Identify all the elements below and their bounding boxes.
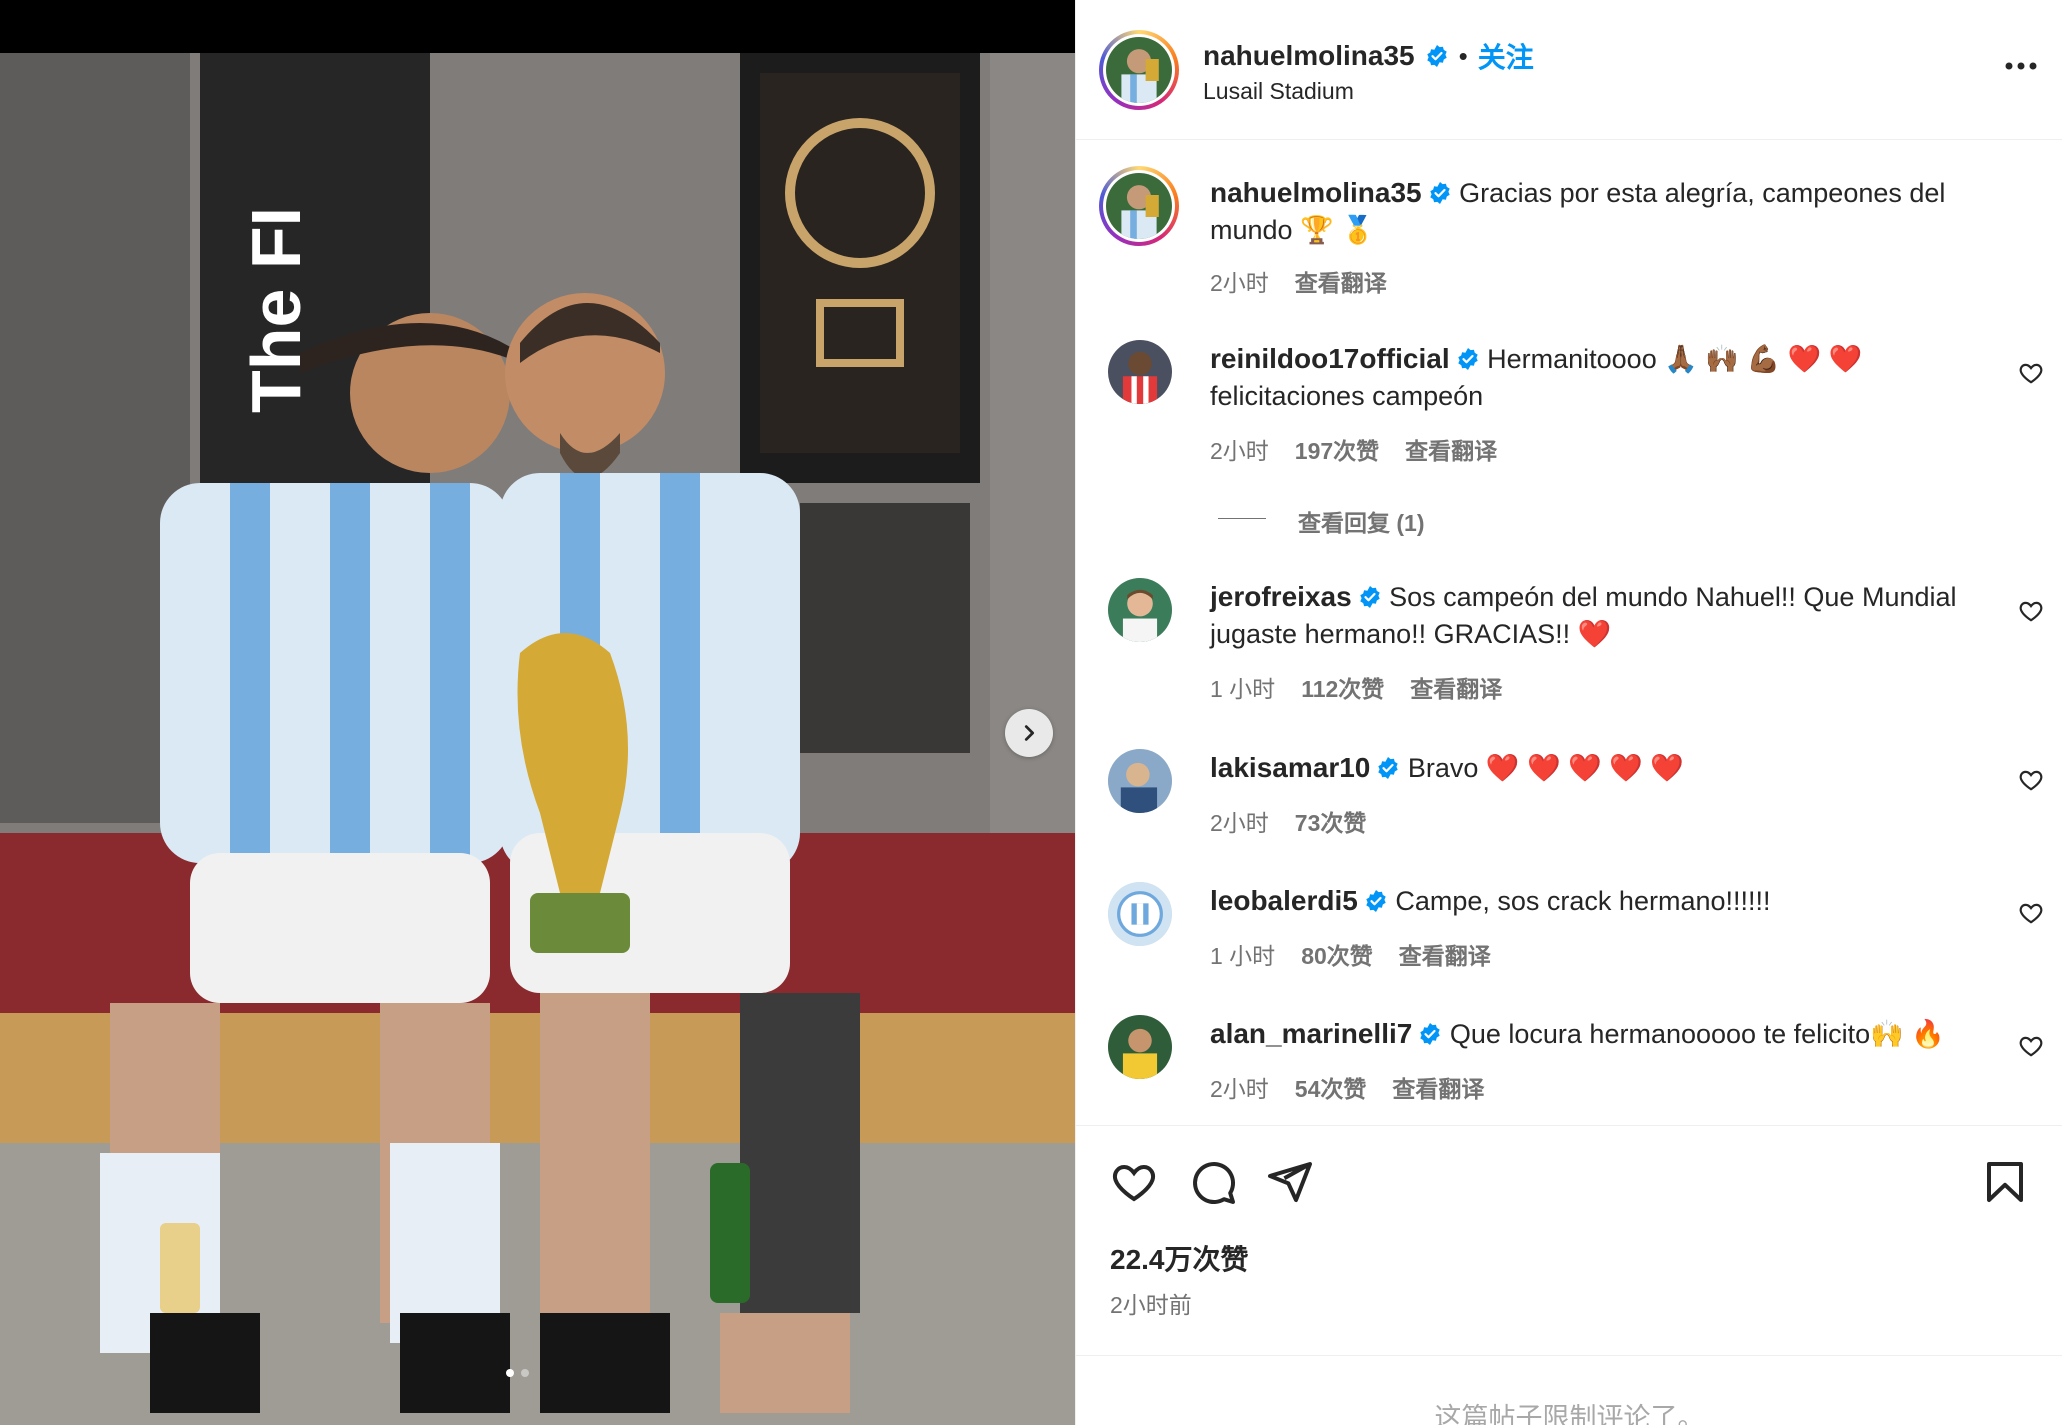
comment-time: 2小时 [1210,438,1269,464]
comment-username[interactable]: leobalerdi5 [1210,885,1358,916]
post-photo: The FI [0,53,1075,1425]
share-icon[interactable] [1266,1158,1314,1206]
post-actions: 22.4万次赞 2小时前 [1076,1125,2062,1355]
comment-translate-link[interactable]: 查看翻译 [1392,1070,1484,1104]
comment-likes[interactable]: 80次赞 [1301,937,1373,971]
comment-heart-icon[interactable] [2018,767,2044,793]
author-avatar[interactable] [1099,30,1179,110]
comment-likes[interactable]: 112次赞 [1301,670,1384,704]
comment-time: 1 小时 [1210,943,1276,969]
post-likes-count[interactable]: 22.4万次赞 [1110,1238,1249,1278]
comment-heart-icon[interactable] [2018,900,2044,926]
verified-badge-icon [1429,182,1450,204]
comment-text: leobalerdi5 Campe, sos crack hermano!!!!… [1210,882,2000,920]
comment-time: 2小时 [1210,810,1269,836]
chevron-right-icon [1024,725,1035,741]
svg-text:The FI: The FI [237,207,315,413]
post-header: nahuelmolina35 • 关注 Lusail Stadium [1076,0,2062,140]
comment-line-1: Sos campeón del mundo Nahuel!! Que Mundi… [1389,582,1957,612]
comment-avatar[interactable] [1108,749,1172,813]
caption-line-1: Gracias por esta alegría, campeones del [1459,178,1946,208]
caption-username[interactable]: nahuelmolina35 [1210,177,1422,208]
comment-translate-link[interactable]: 查看翻译 [1405,432,1497,466]
comments-limited-notice: 这篇帖子限制评论了。 [1076,1355,2062,1425]
comment-avatar[interactable] [1108,1015,1172,1079]
verified-badge-icon [1426,45,1447,67]
comment-heart-icon[interactable] [2018,1033,2044,1059]
caption-text: nahuelmolina35 Gracias por esta alegría,… [1210,174,2000,249]
comment-text: lakisamar10 Bravo ❤️ ❤️ ❤️ ❤️ ❤️ [1210,749,2000,787]
comment-username[interactable]: reinildoo17official [1210,343,1450,374]
comment-line-1: Hermanitoooo 🙏🏾 🙌🏾 💪🏾 ❤️ ❤️ [1487,344,1863,374]
comment-meta: 2小时 73次赞 [1210,804,1366,838]
heart-icon[interactable] [1110,1158,1158,1206]
next-image-button[interactable] [1005,709,1053,757]
bookmark-icon[interactable] [1981,1158,2029,1206]
comment-time: 2小时 [1210,1076,1269,1102]
comment-username[interactable]: lakisamar10 [1210,752,1370,783]
comment-meta: 2小时 197次赞 查看翻译 [1210,432,1497,466]
verified-badge-icon [1366,890,1386,912]
view-replies[interactable]: 查看回复 (1) [1076,504,2062,536]
comment-translate-link[interactable]: 查看翻译 [1410,670,1502,704]
carousel-indicator [506,1369,529,1377]
comment-time: 1 小时 [1210,676,1276,702]
comment-text: alan_marinelli7 Que locura hermanooooo t… [1210,1015,2000,1053]
more-icon[interactable] [2001,58,2041,74]
comment-line-2: felicitaciones campeón [1210,381,1484,411]
comment-avatar[interactable] [1108,340,1172,404]
comment-username[interactable]: alan_marinelli7 [1210,1018,1412,1049]
comment-line-1: Bravo ❤️ ❤️ ❤️ ❤️ ❤️ [1407,753,1685,783]
follow-button[interactable]: 关注 [1478,36,1534,76]
comment-likes[interactable]: 197次赞 [1295,432,1379,466]
comment-line-1: Que locura hermanooooo te felicito🙌 🔥 [1449,1019,1945,1049]
verified-badge-icon [1359,586,1380,608]
comment-likes[interactable]: 54次赞 [1295,1070,1367,1104]
post-timestamp[interactable]: 2小时前 [1110,1286,1192,1320]
post-location[interactable]: Lusail Stadium [1203,78,1354,105]
carousel-dot [506,1369,514,1377]
caption-meta: 2小时 查看翻译 [1210,264,1387,298]
verified-badge-icon [1378,757,1399,779]
comment-meta: 2小时 54次赞 查看翻译 [1210,1070,1484,1104]
comments-limited-text: 这篇帖子限制评论了。 [1434,1403,1705,1425]
verified-badge-icon [1420,1023,1441,1045]
comment-line-1: Campe, sos crack hermano!!!!!! [1395,886,1771,916]
author-username[interactable]: nahuelmolina35 [1203,40,1415,72]
comment-icon[interactable] [1189,1158,1237,1206]
view-replies-link[interactable]: 查看回复 (1) [1298,504,1425,538]
caption-time: 2小时 [1210,270,1269,296]
comment-text: jerofreixas Sos campeón del mundo Nahuel… [1210,578,2000,653]
comment-meta: 1 小时 80次赞 查看翻译 [1210,937,1491,971]
post-media: The FI [0,0,1075,1425]
comment-line-2: jugaste hermano!! GRACIAS!! ❤️ [1210,619,1612,649]
comment-text: reinildoo17official Hermanitoooo 🙏🏾 🙌🏾 💪… [1210,340,2000,415]
separator-dot: • [1458,40,1468,71]
comment-heart-icon[interactable] [2018,598,2044,624]
comment-avatar[interactable] [1108,578,1172,642]
comment-heart-icon[interactable] [2018,360,2044,386]
replies-divider [1218,518,1266,519]
caption-line-2: mundo 🏆 🥇 [1210,215,1375,245]
carousel-dot [521,1369,529,1377]
post-side-panel: nahuelmolina35 • 关注 Lusail Stadium nahue… [1075,0,2062,1425]
comment-username[interactable]: jerofreixas [1210,581,1352,612]
verified-badge-icon [1457,348,1478,370]
comment-translate-link[interactable]: 查看翻译 [1399,937,1491,971]
caption-avatar[interactable] [1099,166,1179,246]
caption-translate-link[interactable]: 查看翻译 [1295,264,1387,298]
comment-likes[interactable]: 73次赞 [1295,804,1367,838]
comment-meta: 1 小时 112次赞 查看翻译 [1210,670,1502,704]
comment-avatar[interactable] [1108,882,1172,946]
